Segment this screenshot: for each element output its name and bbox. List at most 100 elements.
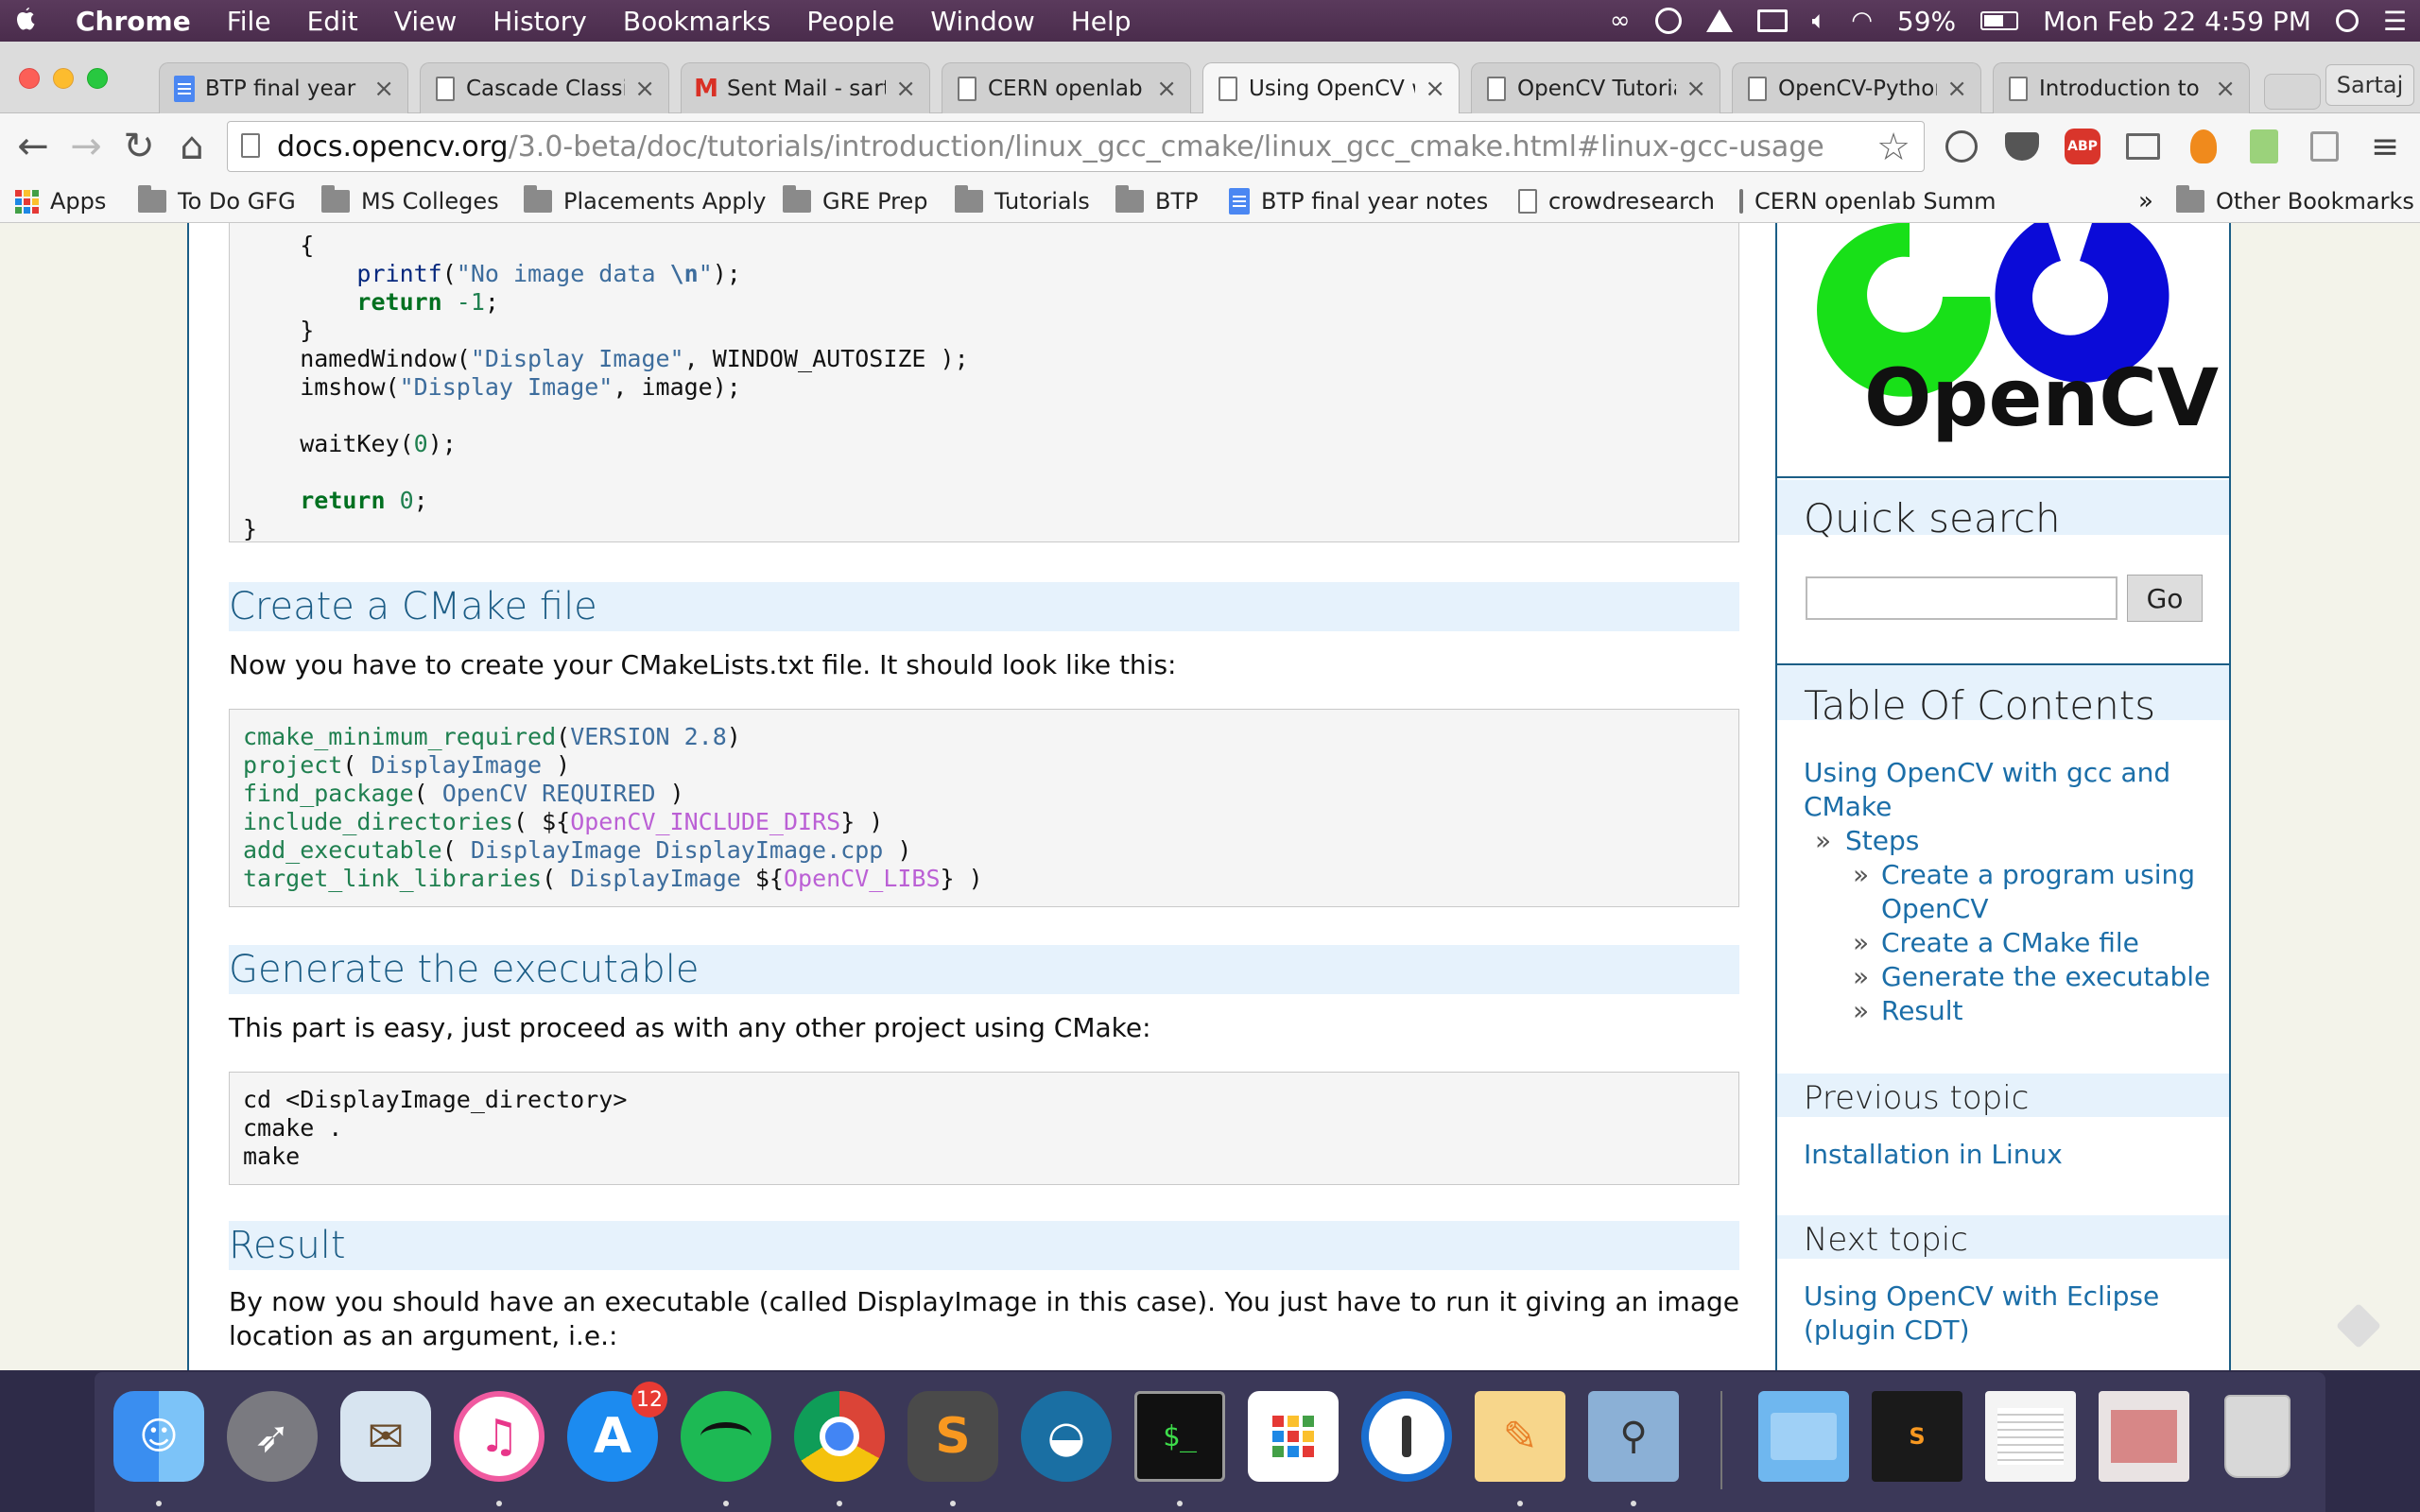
- menu-view[interactable]: View: [394, 6, 457, 37]
- itunes-icon[interactable]: ♫: [454, 1391, 544, 1482]
- more-bookmarks-chevron-icon[interactable]: »: [2138, 185, 2153, 217]
- profile-button[interactable]: Sartaj: [2325, 64, 2414, 106]
- chrome-menu-icon[interactable]: ≡: [2363, 125, 2407, 168]
- volume-icon[interactable]: 🔈︎: [1812, 7, 1827, 36]
- menu-history[interactable]: History: [493, 6, 587, 37]
- spotlight-icon[interactable]: [2335, 9, 2359, 32]
- minimized-browser-window[interactable]: [2099, 1391, 2189, 1482]
- close-tab-icon[interactable]: ×: [1946, 75, 1967, 103]
- close-tab-icon[interactable]: ×: [1425, 75, 1445, 103]
- toc-link-generate[interactable]: Generate the executable: [1881, 960, 2210, 994]
- apple-menu-icon[interactable]: [13, 7, 40, 35]
- tab-using-opencv[interactable]: Using OpenCV w ×: [1202, 62, 1460, 113]
- menu-edit[interactable]: Edit: [307, 6, 358, 37]
- cast-icon[interactable]: [2121, 125, 2165, 168]
- close-tab-icon[interactable]: ×: [1685, 75, 1706, 103]
- chrome-icon[interactable]: [794, 1391, 885, 1482]
- other-bookmarks[interactable]: Other Bookmarks: [2176, 185, 2414, 217]
- finder-icon[interactable]: ☺: [113, 1391, 204, 1482]
- home-icon[interactable]: ⌂: [168, 123, 216, 170]
- extension-icon[interactable]: [2303, 125, 2346, 168]
- page-info-icon[interactable]: [241, 133, 260, 158]
- bookmark-crowdresearch[interactable]: crowdresearch: [1518, 185, 1715, 217]
- menu-help[interactable]: Help: [1071, 6, 1132, 37]
- close-tab-icon[interactable]: ×: [1156, 75, 1177, 103]
- tab-cascade[interactable]: Cascade Classifi ×: [420, 62, 669, 113]
- google-apps-grid-icon[interactable]: [1248, 1391, 1339, 1482]
- toc-link-create-program[interactable]: Create a program using OpenCV: [1881, 858, 2203, 926]
- tab-cern[interactable]: CERN openlab S ×: [942, 62, 1191, 113]
- bookmark-folder-todo-gfg[interactable]: To Do GFG: [138, 185, 296, 217]
- menu-window[interactable]: Window: [930, 6, 1034, 37]
- menu-bookmarks[interactable]: Bookmarks: [623, 6, 770, 37]
- menu-file[interactable]: File: [227, 6, 271, 37]
- tab-opencv-python[interactable]: OpenCV-Python ×: [1732, 62, 1981, 113]
- forward-arrow-icon[interactable]: →: [62, 123, 110, 170]
- bookmark-folder-gre-prep[interactable]: GRE Prep: [783, 185, 927, 217]
- bookmark-star-icon[interactable]: ☆: [1876, 126, 1910, 169]
- pocket-icon[interactable]: [2000, 125, 2044, 168]
- toc-link-main[interactable]: Using OpenCV with gcc and CMake: [1804, 756, 2201, 824]
- mail-icon[interactable]: ✉: [340, 1391, 431, 1482]
- minimized-terminal-window[interactable]: S: [1872, 1391, 1962, 1482]
- quick-search-input[interactable]: [1806, 576, 2118, 620]
- tab-opencv-tutorial[interactable]: OpenCV Tutorial ×: [1471, 62, 1720, 113]
- minimized-document-window[interactable]: [1985, 1391, 2076, 1482]
- sublime-text-icon[interactable]: S: [908, 1391, 998, 1482]
- address-bar[interactable]: docs.opencv.org/3.0-beta/doc/tutorials/i…: [227, 121, 1925, 172]
- new-tab-button[interactable]: [2264, 74, 2321, 110]
- onepassword-icon[interactable]: [1361, 1391, 1452, 1482]
- notification-center-icon[interactable]: ☰: [2383, 6, 2407, 37]
- go-button[interactable]: Go: [2127, 575, 2203, 622]
- bookmark-folder-tutorials[interactable]: Tutorials: [955, 185, 1090, 217]
- back-arrow-icon[interactable]: ←: [9, 123, 57, 170]
- drive-icon[interactable]: [1705, 9, 1733, 32]
- menu-people[interactable]: People: [806, 6, 894, 37]
- bookmark-folder-btp[interactable]: BTP: [1115, 185, 1199, 217]
- battery-percent[interactable]: 59%: [1897, 6, 1956, 37]
- bullet-icon: »: [1853, 995, 1870, 1026]
- glasses-icon[interactable]: ∞: [1610, 7, 1631, 35]
- adblock-plus-icon[interactable]: ABP: [2061, 125, 2104, 168]
- minimize-window-button[interactable]: [53, 68, 74, 89]
- clock[interactable]: Mon Feb 22 4:59 PM: [2043, 6, 2311, 37]
- bookmark-apps[interactable]: Apps: [15, 185, 106, 217]
- wifi-icon[interactable]: ◠: [1851, 7, 1873, 35]
- close-tab-icon[interactable]: ×: [373, 75, 394, 103]
- airplay-icon[interactable]: [1756, 9, 1788, 32]
- zoom-window-button[interactable]: [87, 68, 108, 89]
- reload-icon[interactable]: ↻: [115, 123, 163, 170]
- close-tab-icon[interactable]: ×: [2215, 75, 2236, 103]
- close-tab-icon[interactable]: ×: [895, 75, 916, 103]
- tab-gmail[interactable]: M Sent Mail - sarta ×: [681, 62, 930, 113]
- menu-app-chrome[interactable]: Chrome: [76, 6, 191, 37]
- preview-icon[interactable]: ⚲: [1588, 1391, 1679, 1482]
- spotify-icon[interactable]: [681, 1391, 771, 1482]
- bookmark-folder-placements[interactable]: Placements Apply: [524, 185, 766, 217]
- launchpad-icon[interactable]: ➶: [227, 1391, 318, 1482]
- opencv-logo[interactable]: OpenCV: [1777, 223, 2229, 478]
- evernote-clip-icon[interactable]: [2242, 125, 2286, 168]
- scroll-top-diamond-icon[interactable]: [2335, 1302, 2382, 1349]
- close-window-button[interactable]: [19, 68, 40, 89]
- toc-link-steps[interactable]: Steps: [1845, 824, 1919, 858]
- trash-icon[interactable]: [2212, 1391, 2303, 1482]
- next-topic-link[interactable]: Using OpenCV with Eclipse (plugin CDT): [1804, 1280, 2182, 1348]
- bookmark-cern-openlab[interactable]: CERN openlab Summ: [1739, 185, 1995, 217]
- terminal-icon[interactable]: $_: [1134, 1391, 1225, 1482]
- previous-topic-link[interactable]: Installation in Linux: [1804, 1138, 2063, 1172]
- toc-link-create-cmake[interactable]: Create a CMake file: [1881, 926, 2139, 960]
- bookmark-btp-notes[interactable]: BTP final year notes: [1229, 185, 1488, 217]
- toc-link-result[interactable]: Result: [1881, 994, 1963, 1028]
- onepassword-menu-icon[interactable]: [1654, 8, 1682, 34]
- close-tab-icon[interactable]: ×: [634, 75, 655, 103]
- pages-icon[interactable]: ✎: [1475, 1391, 1565, 1482]
- battery-icon[interactable]: [1980, 11, 2019, 30]
- tab-btp-notes[interactable]: BTP final year n ×: [159, 62, 408, 113]
- fire-extension-icon[interactable]: [2182, 125, 2225, 168]
- onepassword-ext-icon[interactable]: [1940, 125, 1983, 168]
- downloads-folder-icon[interactable]: [1758, 1391, 1849, 1482]
- mysql-workbench-icon[interactable]: ◒: [1021, 1391, 1112, 1482]
- tab-introduction[interactable]: Introduction to C ×: [1993, 62, 2250, 113]
- bookmark-folder-ms-colleges[interactable]: MS Colleges: [321, 185, 499, 217]
